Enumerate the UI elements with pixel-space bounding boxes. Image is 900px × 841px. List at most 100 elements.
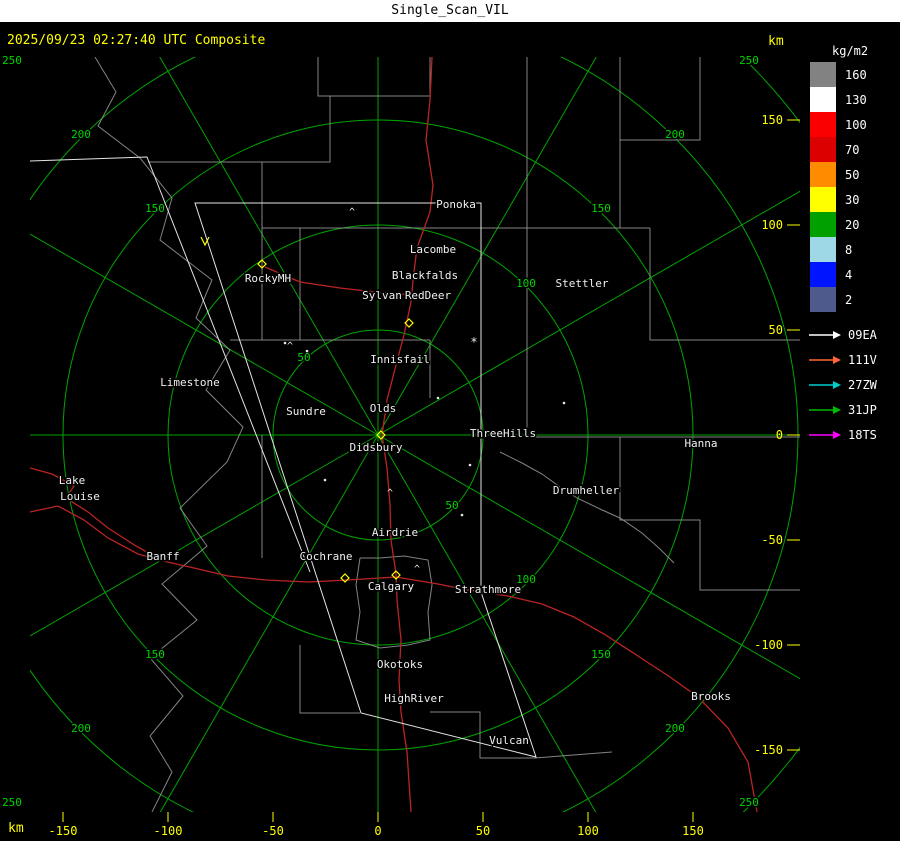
range-label: 200 bbox=[71, 128, 91, 141]
county-boundary bbox=[355, 555, 433, 649]
range-label: 150 bbox=[591, 648, 611, 661]
star-marker-icon: * bbox=[470, 335, 477, 349]
dot-marker-icon bbox=[562, 401, 566, 405]
radial-line bbox=[30, 434, 379, 637]
right-axis-tick-label: -150 bbox=[754, 743, 783, 757]
radar-arrow-icon bbox=[809, 405, 841, 414]
city-label: Lake bbox=[59, 474, 86, 487]
radar-id: 31JP bbox=[848, 402, 877, 417]
county-boundary bbox=[534, 751, 613, 759]
city-label: Olds bbox=[370, 402, 397, 415]
dot-marker-icon bbox=[460, 513, 464, 517]
colorbar-entry: 70 bbox=[806, 137, 900, 162]
range-label: 250 bbox=[2, 796, 22, 809]
city-label: Airdrie bbox=[372, 526, 418, 539]
bottom-axis-tick-label: -100 bbox=[154, 824, 183, 838]
radar-arrow-icon bbox=[809, 330, 841, 339]
color-swatch bbox=[810, 162, 836, 187]
dot-marker-icon bbox=[283, 341, 287, 345]
county-boundary bbox=[299, 645, 360, 714]
radial-line bbox=[30, 233, 379, 436]
colorbar-entry: 160 bbox=[806, 62, 900, 87]
colorbar-value: 50 bbox=[845, 167, 860, 182]
dot-marker-icon bbox=[305, 349, 309, 353]
city-label: ThreeHills bbox=[470, 427, 536, 440]
radial-line bbox=[159, 57, 379, 436]
range-label: 150 bbox=[591, 202, 611, 215]
radar-arrow-icon bbox=[809, 380, 841, 389]
radar-legend: 09EA 111V 27ZW 31JP 18TS bbox=[806, 322, 900, 447]
radar-map[interactable]: 5015020025010015020025015020025050100150… bbox=[0, 0, 900, 841]
right-axis-tick-label: -100 bbox=[754, 638, 783, 652]
radar-legend-entry: 27ZW bbox=[806, 372, 900, 397]
city-label: Innisfail bbox=[370, 353, 430, 366]
city-label: HighRiver bbox=[384, 692, 444, 705]
color-swatch bbox=[810, 87, 836, 112]
city-label: Blackfalds bbox=[392, 269, 458, 282]
city-label: Didsbury bbox=[350, 441, 403, 454]
colorbar-value: 8 bbox=[845, 242, 853, 257]
color-swatch bbox=[810, 112, 836, 137]
colorbar-value: 100 bbox=[845, 117, 867, 132]
timestamp-label: 2025/09/23 02:27:40 UTC Composite bbox=[7, 33, 266, 48]
colorbar-entry: 2 bbox=[806, 287, 900, 312]
city-label: Calgary bbox=[368, 580, 415, 593]
county-boundary bbox=[620, 57, 701, 141]
range-label: 200 bbox=[665, 722, 685, 735]
city-label: RockyMH bbox=[245, 272, 291, 285]
colorbar: 160 130 100 70 50 30 20 8 4 2 bbox=[806, 62, 900, 312]
city-label: Brooks bbox=[691, 690, 731, 703]
right-axis-tick-label: 50 bbox=[769, 323, 783, 337]
range-label: 250 bbox=[739, 796, 759, 809]
city-label: Vulcan bbox=[489, 734, 529, 747]
radial-line bbox=[377, 434, 800, 680]
color-swatch bbox=[810, 262, 836, 287]
range-label: 150 bbox=[145, 202, 165, 215]
range-label: 200 bbox=[71, 722, 91, 735]
right-axis-unit-label: km bbox=[768, 34, 784, 49]
right-axis-tick-label: 0 bbox=[776, 428, 783, 442]
colorbar-value: 20 bbox=[845, 217, 860, 232]
colorbar-entry: 100 bbox=[806, 112, 900, 137]
city-label: Sundre bbox=[286, 405, 326, 418]
colorbar-value: 4 bbox=[845, 267, 853, 282]
radar-legend-entry: 111V bbox=[806, 347, 900, 372]
colorbar-entry: 4 bbox=[806, 262, 900, 287]
radial-line bbox=[377, 190, 800, 436]
colorbar-value: 160 bbox=[845, 67, 867, 82]
bottom-axis-tick-label: -50 bbox=[262, 824, 284, 838]
bottom-axis-tick-label: -150 bbox=[49, 824, 78, 838]
city-label: RedDeer bbox=[405, 289, 452, 302]
window-title: Single_Scan_VIL bbox=[0, 0, 900, 22]
range-label: 150 bbox=[145, 648, 165, 661]
radar-legend-entry: 31JP bbox=[806, 397, 900, 422]
color-swatch bbox=[810, 137, 836, 162]
caret-marker-icon: ^ bbox=[349, 207, 355, 218]
radar-legend-entry: 09EA bbox=[806, 322, 900, 347]
colorbar-entry: 8 bbox=[806, 237, 900, 262]
radial-line bbox=[377, 434, 597, 812]
range-label: 250 bbox=[739, 54, 759, 67]
county-boundary bbox=[499, 451, 675, 564]
county-boundary bbox=[619, 437, 800, 591]
colorbar-entry: 130 bbox=[806, 87, 900, 112]
dot-marker-icon bbox=[468, 463, 472, 467]
color-swatch bbox=[810, 287, 836, 312]
radar-arrow-icon bbox=[809, 355, 841, 364]
caret-marker-icon: ^ bbox=[414, 564, 420, 575]
radar-id: 18TS bbox=[848, 427, 877, 442]
dot-marker-icon bbox=[323, 478, 327, 482]
radar-id: 09EA bbox=[848, 327, 877, 342]
radial-line bbox=[159, 434, 379, 812]
colorbar-entry: 20 bbox=[806, 212, 900, 237]
caret-marker-icon: ^ bbox=[287, 341, 293, 352]
dot-marker-icon bbox=[436, 396, 440, 400]
right-axis-tick-label: -50 bbox=[761, 533, 783, 547]
color-swatch bbox=[810, 187, 836, 212]
bottom-axis-tick-label: 0 bbox=[374, 824, 381, 838]
radar-id: 111V bbox=[848, 352, 877, 367]
radar-legend-entry: 18TS bbox=[806, 422, 900, 447]
highway bbox=[30, 467, 164, 562]
city-label: Ponoka bbox=[436, 198, 476, 211]
color-swatch bbox=[810, 62, 836, 87]
